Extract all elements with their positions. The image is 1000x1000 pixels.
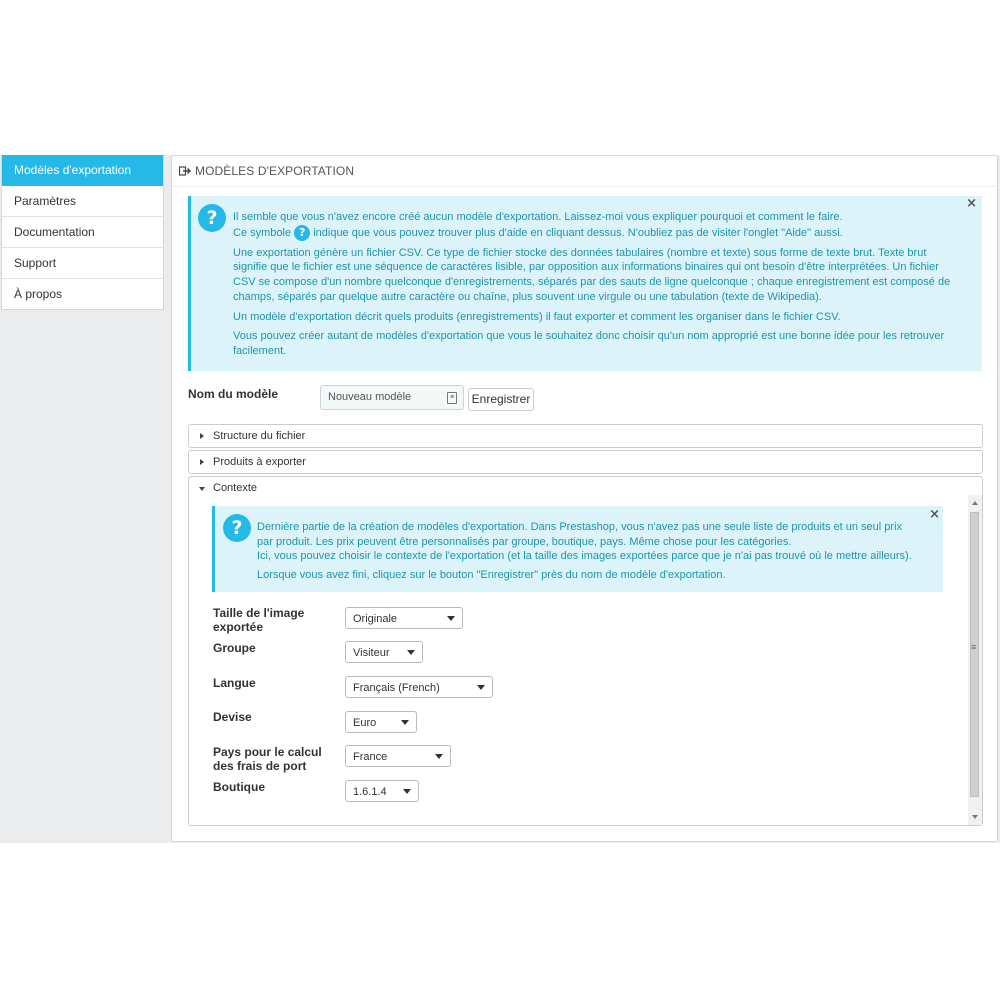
accordion-products[interactable]: Produits à exporter [188,450,983,474]
currency-label: Devise [213,710,252,724]
intro-paragraph-csv: Une exportation génère un fichier CSV. C… [233,246,951,303]
help-question-icon: ? [198,204,226,232]
group-label: Groupe [213,641,256,655]
shop-value: 1.6.1.4 [353,786,387,798]
accordion-context-label: Contexte [213,482,258,494]
scrollbar-thumb[interactable] [970,512,979,797]
language-label: Langue [213,676,256,690]
dropdown-caret-icon [407,650,415,655]
chevron-right-icon [200,459,204,465]
context-scrollbar[interactable]: ≡ [968,495,982,825]
context-paragraph-1: Dernière partie de la création de modèle… [257,521,903,548]
sidebar-item-support[interactable]: Support [2,248,163,279]
shipping-country-value: France [353,751,388,763]
export-icon [178,165,191,177]
close-icon[interactable]: × [966,196,977,211]
context-paragraph-1b: Ici, vous pouvez choisir le contexte de … [257,550,912,563]
shipping-country-label: Pays pour le calcul des frais de port [213,745,322,773]
dropdown-caret-icon [477,685,485,690]
field-stepper-icon[interactable]: ≡ [447,392,457,404]
intro-paragraph-model: Un modèle d'exportation décrit quels pro… [233,310,841,323]
panel-header: MODÈLES D'EXPORTATION [172,156,997,187]
intro-line-2-start: Ce symbole [233,226,292,239]
sidebar-item-documentation[interactable]: Documentation [2,217,163,248]
sidebar: Modèles d'exportation Paramètres Documen… [1,155,164,310]
dropdown-caret-icon [447,616,455,621]
model-name-label: Nom du modèle [188,387,279,401]
sidebar-item-about[interactable]: À propos [2,279,163,309]
help-question-icon: ? [223,514,251,542]
context-help-alert: ? × Dernière partie de la création de mo… [212,506,943,592]
currency-select[interactable]: Euro [345,711,417,733]
currency-value: Euro [353,717,377,729]
model-name-input[interactable]: Nouveau modèle ≡ [320,385,464,410]
accordion-products-label: Produits à exporter [213,456,306,468]
intro-paragraph-names: Vous pouvez créer autant de modèles d'ex… [233,330,945,357]
model-name-value: Nouveau modèle [328,391,412,403]
dropdown-caret-icon [401,720,409,725]
chevron-right-icon [200,433,204,439]
scroll-up-icon[interactable] [972,501,978,505]
save-button[interactable]: Enregistrer [468,388,534,411]
shop-select[interactable]: 1.6.1.4 [345,780,419,802]
scroll-grip-icon: ≡ [971,642,977,652]
group-value: Visiteur [353,647,390,659]
image-size-label: Taille de l'image exportée [213,606,305,634]
inline-help-icon[interactable]: ? [294,224,311,241]
group-select[interactable]: Visiteur [345,641,423,663]
sidebar-item-export-models[interactable]: Modèles d'exportation [2,155,163,186]
panel-title: MODÈLES D'EXPORTATION [195,164,355,178]
language-value: Français (French) [353,682,440,694]
sidebar-item-settings[interactable]: Paramètres [2,186,163,217]
shipping-country-select[interactable]: France [345,745,451,767]
dropdown-caret-icon [435,754,443,759]
language-select[interactable]: Français (French) [345,676,493,698]
image-size-select[interactable]: Originale [345,607,463,629]
intro-line-2: Ce symbole ? indique que vous pouvez tro… [233,224,962,241]
context-paragraph-2: Lorsque vous avez fini, cliquez sur le b… [257,569,726,582]
shop-label: Boutique [213,780,265,794]
close-icon[interactable]: × [929,507,940,522]
accordion-file-structure[interactable]: Structure du fichier [188,424,983,448]
scroll-down-icon[interactable] [972,815,978,819]
intro-help-alert: ? × Il semble que vous n'avez encore cré… [188,196,982,371]
intro-line-2-end: indique que vous pouvez trouver plus d'a… [313,226,843,239]
image-size-value: Originale [353,613,398,625]
intro-line-1: Il semble que vous n'avez encore créé au… [233,211,843,223]
chevron-down-icon [199,487,205,491]
accordion-context-header[interactable]: Contexte [189,477,982,501]
dropdown-caret-icon [403,789,411,794]
accordion-file-structure-label: Structure du fichier [213,430,306,442]
